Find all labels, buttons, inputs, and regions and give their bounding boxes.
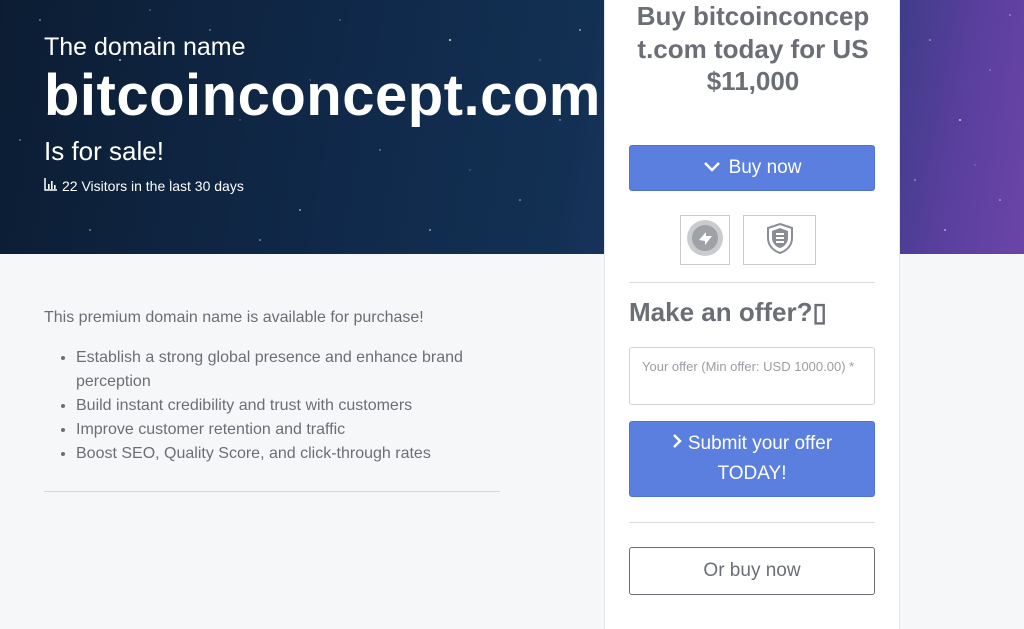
list-item: Boost SEO, Quality Score, and click-thro… [76, 442, 500, 466]
chevron-right-icon [672, 429, 682, 459]
hero-intro: The domain name [44, 33, 246, 61]
chevron-down-icon [703, 157, 721, 179]
escrow-shield-icon [765, 222, 795, 259]
submit-offer-button[interactable]: Submit your offer TODAY! [629, 421, 875, 497]
card-divider [629, 522, 875, 523]
buy-now-label: Buy now [728, 157, 802, 178]
domain-description: This premium domain name is available fo… [44, 306, 500, 466]
visitors-text: 22 Visitors in the last 30 days [62, 178, 244, 194]
transfer-badge-icon [685, 218, 725, 263]
or-buy-now-button[interactable]: Or buy now [629, 547, 875, 595]
hero-for-sale: Is for sale! [44, 136, 164, 166]
list-item: Establish a strong global presence and e… [76, 346, 500, 394]
hero-domain-name: bitcoinconcept.com [44, 63, 601, 128]
card-divider [629, 282, 875, 283]
bar-chart-icon [44, 178, 58, 194]
content-divider [44, 491, 500, 492]
description-intro: This premium domain name is available fo… [44, 309, 424, 326]
offer-input[interactable]: Your offer (Min offer: USD 1000.00) * [629, 347, 875, 405]
purchase-title: Buy bitcoinconcept.com today for US$11,0… [636, 1, 870, 96]
list-item: Build instant credibility and trust with… [76, 394, 500, 418]
buy-now-button[interactable]: Buy now [629, 145, 875, 191]
transfer-badge[interactable] [680, 215, 730, 265]
submit-offer-label: Submit your offer [687, 433, 833, 454]
visitors-stat: 22 Visitors in the last 30 days [44, 178, 601, 194]
submit-offer-label-2: TODAY! [717, 463, 787, 484]
benefits-list: Establish a strong global presence and e… [44, 346, 500, 466]
purchase-card: Buy bitcoinconcept.com today for US$11,0… [604, 0, 900, 629]
escrow-badge[interactable] [743, 215, 816, 265]
list-item: Improve customer retention and traffic [76, 418, 500, 442]
offer-heading: Make an offer?▯ [629, 297, 827, 327]
